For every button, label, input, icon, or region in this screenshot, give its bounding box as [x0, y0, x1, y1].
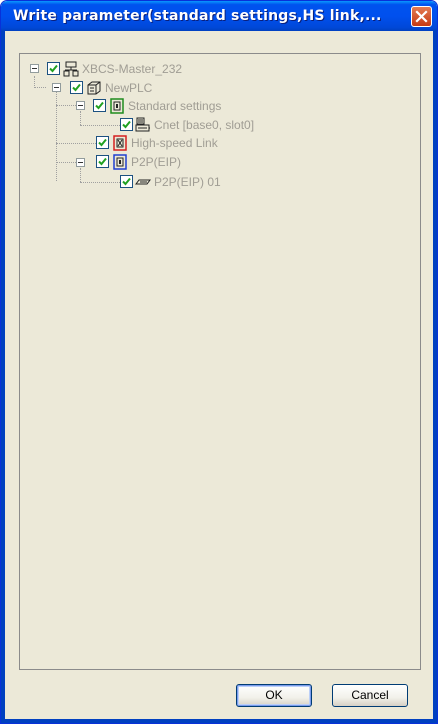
- tree-connector: [34, 87, 46, 88]
- node-checkbox[interactable]: [120, 118, 133, 131]
- plc-icon: [87, 81, 101, 95]
- highspeed-link-icon: [113, 135, 127, 151]
- title-bar[interactable]: Write parameter(standard settings,HS lin…: [1, 1, 437, 31]
- close-button[interactable]: [411, 6, 432, 27]
- tree-node-label[interactable]: Cnet [base0, slot0]: [154, 118, 254, 132]
- node-checkbox[interactable]: [47, 62, 60, 75]
- checkmark-icon: [72, 83, 81, 92]
- node-checkbox[interactable]: [96, 155, 109, 168]
- p2p-block-icon: [135, 179, 151, 185]
- tree-connector: [56, 105, 76, 106]
- tree-node-label[interactable]: NewPLC: [105, 81, 152, 95]
- collapse-toggle[interactable]: [76, 101, 85, 110]
- collapse-toggle[interactable]: [76, 158, 85, 167]
- tree-node-label[interactable]: High-speed Link: [131, 136, 218, 150]
- cnet-module-icon: [135, 117, 150, 132]
- tree-node-label[interactable]: P2P(EIP): [131, 155, 181, 169]
- parameter-tree[interactable]: XBCS-Master_232 NewPLC Standard settings: [19, 53, 421, 670]
- standard-settings-icon: [110, 98, 124, 114]
- tree-connector: [80, 168, 81, 182]
- window-frame-right: [433, 31, 437, 723]
- checkmark-icon: [98, 157, 107, 166]
- checkmark-icon: [122, 120, 131, 129]
- tree-node-label[interactable]: XBCS-Master_232: [82, 62, 182, 76]
- checkmark-icon: [98, 138, 107, 147]
- window-title: Write parameter(standard settings,HS lin…: [13, 8, 382, 24]
- checkmark-icon: [49, 64, 58, 73]
- tree-connector: [80, 111, 81, 125]
- write-parameter-dialog: Write parameter(standard settings,HS lin…: [0, 0, 438, 724]
- tree-connector: [80, 182, 120, 183]
- tree-connector: [56, 143, 96, 144]
- node-checkbox[interactable]: [70, 81, 83, 94]
- p2p-icon: [113, 154, 127, 170]
- cancel-button[interactable]: Cancel: [332, 684, 408, 707]
- network-station-icon: [63, 61, 79, 77]
- node-checkbox[interactable]: [120, 175, 133, 188]
- close-icon: [415, 10, 428, 23]
- collapse-toggle[interactable]: [30, 64, 39, 73]
- node-checkbox[interactable]: [96, 136, 109, 149]
- node-checkbox[interactable]: [93, 99, 106, 112]
- collapse-toggle[interactable]: [52, 83, 61, 92]
- tree-connector: [56, 162, 76, 163]
- checkmark-icon: [95, 101, 104, 110]
- tree-connector: [80, 125, 120, 126]
- window-frame-bottom: [1, 719, 437, 723]
- tree-node-label[interactable]: Standard settings: [128, 99, 221, 113]
- ok-button[interactable]: OK: [236, 684, 312, 707]
- checkmark-icon: [122, 177, 131, 186]
- window-frame-left: [1, 31, 5, 723]
- tree-node-label[interactable]: P2P(EIP) 01: [154, 175, 221, 189]
